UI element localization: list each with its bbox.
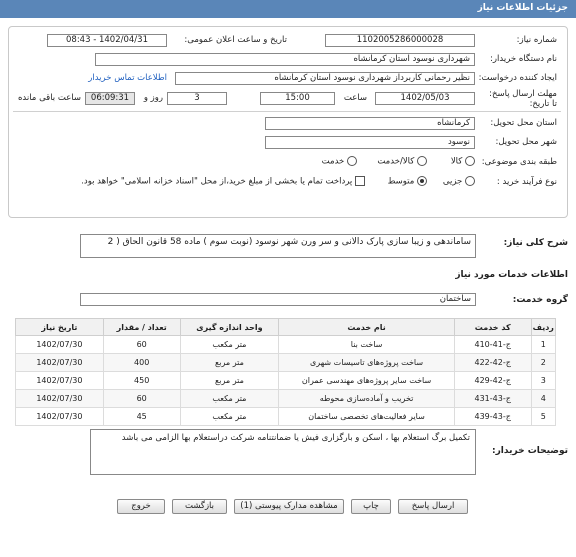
view-attachments-button[interactable]: مشاهده مدارک پیوستی (1) xyxy=(234,499,344,514)
radio-selected-icon[interactable] xyxy=(417,176,427,186)
cell-row-number: 4 xyxy=(530,389,557,408)
treasury-payment-option[interactable]: پرداخت تمام یا بخشی از مبلغ خرید،از محل … xyxy=(81,176,365,187)
col-need-date: تاریخ نیاز xyxy=(15,318,104,336)
remaining-time-field: 06:09:31 xyxy=(85,92,135,105)
remaining-time-label: ساعت باقی مانده xyxy=(17,93,81,103)
table-row: 1 ج-41-410 ساخت بنا متر مکعب 60 1402/07/… xyxy=(15,335,557,354)
print-button[interactable]: چاپ xyxy=(351,499,391,514)
cell-service-code: ج-43-431 xyxy=(453,389,532,408)
cell-service-code: ج-43-439 xyxy=(453,407,532,426)
cell-service-name: سایر فعالیت‌های تخصصی ساختمان xyxy=(278,407,455,426)
category-option-goods[interactable]: کالا xyxy=(451,156,475,167)
cell-quantity: 60 xyxy=(102,335,181,354)
cell-need-date: 1402/07/30 xyxy=(15,335,104,354)
table-row: 4 ج-43-431 تخریب و آماده‌سازی محوطه متر … xyxy=(15,389,557,408)
cell-service-code: ج-41-410 xyxy=(453,335,532,354)
deadline-time-field: 15:00 xyxy=(260,92,335,105)
cell-row-number: 3 xyxy=(530,371,557,390)
cell-need-date: 1402/07/30 xyxy=(15,371,104,390)
cell-need-date: 1402/07/30 xyxy=(15,353,104,372)
buyer-org-field: شهرداری نوسود استان کرمانشاه xyxy=(95,53,475,66)
process-option-minor[interactable]: جزیی xyxy=(443,176,475,187)
announce-date-field: 1402/04/31 - 08:43 xyxy=(47,34,167,47)
general-description-field: ساماندهی و زیبا سازی پارک دالانی و سر ور… xyxy=(80,234,476,258)
table-row: 5 ج-43-439 سایر فعالیت‌های تخصصی ساختمان… xyxy=(15,407,557,426)
deadline-time-label: ساعت xyxy=(343,93,367,103)
delivery-province-label: استان محل تحویل: xyxy=(490,118,557,128)
general-description-label: شرح کلی نیاز: xyxy=(503,238,568,248)
service-group-field: ساختمان xyxy=(80,293,476,306)
cell-quantity: 60 xyxy=(102,389,181,408)
page-title: جزئیات اطلاعات نیاز xyxy=(0,0,576,18)
cell-quantity: 45 xyxy=(102,407,181,426)
cell-unit: متر مکعب xyxy=(179,335,280,354)
cell-service-name: ساخت سایر پروژه‌های مهندسی عمران xyxy=(278,371,455,390)
table-row: 3 ج-42-429 ساخت سایر پروژه‌های مهندسی عم… xyxy=(15,371,557,390)
services-table: ردیف کد خدمت نام خدمت واحد اندازه گیری ت… xyxy=(15,318,557,426)
requester-label: ایجاد کننده درخواست: xyxy=(478,73,557,83)
cell-need-date: 1402/07/30 xyxy=(15,407,104,426)
col-unit: واحد اندازه گیری xyxy=(179,318,280,336)
col-service-code: کد خدمت xyxy=(453,318,532,336)
days-label: روز و xyxy=(143,93,163,103)
buyer-notes-label: توضیحات خریدار: xyxy=(492,446,568,456)
deadline-date-field: 1402/05/03 xyxy=(375,92,475,105)
radio-icon[interactable] xyxy=(417,156,427,166)
process-option-medium[interactable]: متوسط xyxy=(388,176,427,187)
cell-need-date: 1402/07/30 xyxy=(15,389,104,408)
radio-icon[interactable] xyxy=(347,156,357,166)
cell-service-code: ج-42-429 xyxy=(453,371,532,390)
col-quantity: تعداد / مقدار xyxy=(102,318,181,336)
buyer-contact-link[interactable]: اطلاعات تماس خریدار xyxy=(88,73,167,83)
services-section-title: اطلاعات خدمات مورد نیاز xyxy=(455,270,568,280)
cell-row-number: 2 xyxy=(530,353,557,372)
announce-date-label: تاریخ و ساعت اعلان عمومی: xyxy=(184,35,287,45)
service-group-label: گروه خدمت: xyxy=(512,295,568,305)
remaining-days-field: 3 xyxy=(167,92,227,105)
cell-quantity: 450 xyxy=(102,371,181,390)
cell-unit: متر مربع xyxy=(179,353,280,372)
radio-icon[interactable] xyxy=(465,176,475,186)
cell-service-code: ج-42-422 xyxy=(453,353,532,372)
checkbox-icon[interactable] xyxy=(355,176,365,186)
col-service-name: نام خدمت xyxy=(278,318,455,336)
table-header-row: ردیف کد خدمت نام خدمت واحد اندازه گیری ت… xyxy=(15,318,557,336)
back-button[interactable]: بازگشت xyxy=(172,499,227,514)
cell-row-number: 1 xyxy=(530,335,557,354)
cell-service-name: تخریب و آماده‌سازی محوطه xyxy=(278,389,455,408)
divider xyxy=(13,111,561,112)
category-option-service[interactable]: خدمت xyxy=(322,156,357,167)
exit-button[interactable]: خروج xyxy=(117,499,165,514)
table-row: 2 ج-42-422 ساخت پروژه‌های تاسیسات شهری م… xyxy=(15,353,557,372)
need-info-panel: شماره نیاز: 1102005286000028 تاریخ و ساع… xyxy=(8,26,568,218)
need-number-label: شماره نیاز: xyxy=(516,35,557,45)
cell-row-number: 5 xyxy=(530,407,557,426)
category-option-goods-service[interactable]: کالا/خدمت xyxy=(377,156,427,167)
process-type-label: نوع فرآیند خرید : xyxy=(496,177,557,187)
col-row-number: ردیف xyxy=(530,318,557,336)
delivery-city-label: شهر محل تحویل: xyxy=(495,137,557,147)
delivery-city-field: نوسود xyxy=(265,136,475,149)
cell-unit: متر مکعب xyxy=(179,389,280,408)
cell-unit: متر مکعب xyxy=(179,407,280,426)
buyer-notes-field: تکمیل برگ استعلام بها ، اسکن و بارگزاری … xyxy=(90,429,476,475)
deadline-label: مهلت ارسال پاسخ: تا تاریخ: xyxy=(489,89,557,109)
radio-icon[interactable] xyxy=(465,156,475,166)
cell-service-name: ساخت بنا xyxy=(278,335,455,354)
category-label: طبقه بندی موضوعی: xyxy=(481,157,557,167)
need-number-field: 1102005286000028 xyxy=(325,34,475,47)
delivery-province-field: کرمانشاه xyxy=(265,117,475,130)
send-reply-button[interactable]: ارسال پاسخ xyxy=(398,499,468,514)
requester-field: نظیر رحمانی کاربرداز شهرداری نوسود استان… xyxy=(175,72,475,85)
buyer-org-label: نام دستگاه خریدار: xyxy=(490,54,557,64)
cell-service-name: ساخت پروژه‌های تاسیسات شهری xyxy=(278,353,455,372)
cell-unit: متر مربع xyxy=(179,371,280,390)
cell-quantity: 400 xyxy=(102,353,181,372)
